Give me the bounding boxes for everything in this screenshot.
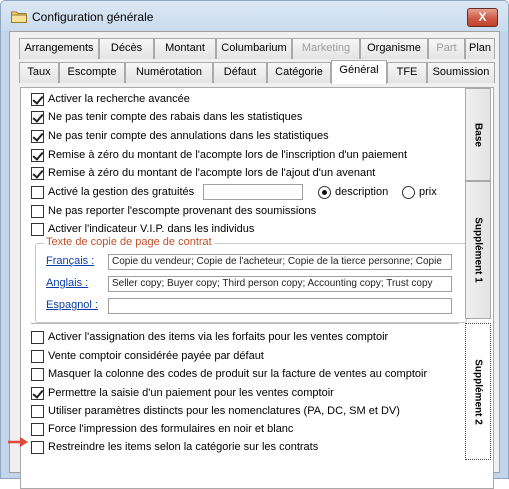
option-acompte-avenant[interactable]: Remise à zéro du montant de l'acompte lo…	[31, 165, 375, 181]
checkbox[interactable]	[31, 222, 44, 236]
option-vip[interactable]: Activer l'indicateur V.I.P. dans les ind…	[31, 221, 254, 237]
option-rabais-stats[interactable]: Ne pas tenir compte des rabais dans les …	[31, 109, 302, 125]
checkbox[interactable]	[31, 166, 44, 180]
option-label: Permettre la saisie d'un paiement pour l…	[48, 387, 334, 399]
side-tab-supplement-1[interactable]: Supplément 1	[465, 181, 491, 319]
tab-categorie[interactable]: Catégorie	[267, 62, 331, 83]
input-francais[interactable]: Copie du vendeur; Copie de l'acheteur; C…	[108, 254, 452, 270]
checkbox[interactable]	[31, 440, 44, 454]
option-label: Activer la recherche avancée	[48, 93, 190, 105]
option-escompte-soumissions[interactable]: Ne pas reporter l'escompte provenant des…	[31, 203, 316, 219]
checkbox[interactable]	[31, 422, 44, 436]
option-label: Activer l'assignation des items via les …	[48, 331, 389, 343]
radio-label: prix	[419, 186, 437, 198]
option-comptoir-payee[interactable]: Vente comptoir considérée payée par défa…	[31, 348, 264, 364]
side-tab-label: Supplément 2	[472, 358, 484, 425]
tab-escompte[interactable]: Escompte	[59, 62, 125, 83]
checkbox[interactable]	[31, 330, 44, 344]
gratuites-input[interactable]	[203, 184, 303, 200]
tab-row-2: Taux Escompte Numérotation Défaut Catégo…	[19, 60, 495, 84]
close-button[interactable]: X	[467, 8, 498, 27]
option-label: Remise à zéro du montant de l'acompte lo…	[48, 149, 408, 161]
folder-icon	[11, 11, 27, 23]
option-forfaits-comptoir[interactable]: Activer l'assignation des items via les …	[31, 329, 388, 345]
radio-button[interactable]	[318, 185, 331, 199]
checkbox[interactable]	[31, 386, 44, 400]
option-label: Ne pas tenir compte des rabais dans les …	[48, 111, 303, 123]
option-nomenclatures[interactable]: Utiliser paramètres distincts pour les n…	[31, 403, 400, 419]
tab-part: Part	[428, 38, 465, 59]
option-label: Vente comptoir considérée payée par défa…	[48, 350, 264, 362]
copy-text-group: Texte de copie de page de contrat França…	[35, 236, 467, 323]
pointer-arrow-icon	[8, 437, 28, 447]
input-anglais[interactable]: Seller copy; Buyer copy; Third person co…	[108, 276, 452, 292]
radio-label: description	[335, 186, 389, 198]
option-impression-noir-blanc[interactable]: Force l'impression des formulaires en no…	[31, 421, 293, 437]
option-label: Masquer la colonne des codes de produit …	[48, 368, 428, 380]
window-title: Configuration générale	[32, 10, 154, 24]
option-label: Activé la gestion des gratuités	[48, 186, 195, 198]
tab-deces[interactable]: Décès	[99, 38, 154, 59]
option-paiement-comptoir[interactable]: Permettre la saisie d'un paiement pour l…	[31, 385, 334, 401]
tab-general[interactable]: Général	[331, 60, 387, 84]
tab-organisme[interactable]: Organisme	[360, 38, 428, 59]
option-restreindre-items[interactable]: Restreindre les items selon la catégorie…	[31, 439, 318, 455]
group-legend: Texte de copie de page de contrat	[44, 236, 214, 248]
tab-defaut[interactable]: Défaut	[213, 62, 267, 83]
dialog-client: Arrangements Décès Montant Columbarium M…	[9, 31, 500, 489]
option-gratuites[interactable]: Activé la gestion des gratuités	[31, 184, 194, 200]
option-label: Force l'impression des formulaires en no…	[48, 423, 294, 435]
checkbox[interactable]	[31, 148, 44, 162]
checkbox[interactable]	[31, 185, 44, 199]
checkbox[interactable]	[31, 129, 44, 143]
tab-row-1: Arrangements Décès Montant Columbarium M…	[19, 38, 495, 59]
checkbox[interactable]	[31, 367, 44, 381]
config-window: Configuration générale X Arrangements Dé…	[0, 0, 509, 489]
side-tab-base[interactable]: Base	[465, 88, 491, 181]
tab-soumission[interactable]: Soumission	[427, 62, 495, 83]
option-masquer-codes[interactable]: Masquer la colonne des codes de produit …	[31, 366, 427, 382]
checkbox[interactable]	[31, 110, 44, 124]
option-label: Ne pas reporter l'escompte provenant des…	[48, 205, 317, 217]
section-divider	[31, 323, 459, 324]
tab-arrangements[interactable]: Arrangements	[19, 38, 99, 59]
checkbox[interactable]	[31, 92, 44, 106]
tab-plan[interactable]: Plan	[465, 38, 495, 59]
label-espagnol[interactable]: Espagnol :	[46, 299, 98, 311]
tab-tfe[interactable]: TFE	[387, 62, 427, 83]
option-label: Remise à zéro du montant de l'acompte lo…	[48, 167, 376, 179]
radio-button[interactable]	[402, 185, 415, 199]
option-label: Restreindre les items selon la catégorie…	[48, 441, 319, 453]
side-tab-label: Base	[472, 122, 484, 147]
label-francais[interactable]: Français :	[46, 255, 94, 267]
tab-taux[interactable]: Taux	[19, 62, 59, 83]
checkbox[interactable]	[31, 404, 44, 418]
side-tab-label: Supplément 1	[472, 217, 484, 283]
side-tab-supplement-2[interactable]: Supplément 2	[465, 323, 491, 460]
option-annulations-stats[interactable]: Ne pas tenir compte des annulations dans…	[31, 128, 329, 144]
option-recherche-avancee[interactable]: Activer la recherche avancée	[31, 91, 190, 107]
checkbox[interactable]	[31, 204, 44, 218]
title-bar[interactable]: Configuration générale X	[1, 1, 508, 31]
tab-numerotation[interactable]: Numérotation	[125, 62, 213, 83]
label-anglais[interactable]: Anglais :	[46, 277, 88, 289]
option-acompte-paiement[interactable]: Remise à zéro du montant de l'acompte lo…	[31, 147, 407, 163]
option-label: Ne pas tenir compte des annulations dans…	[48, 130, 329, 142]
tab-marketing: Marketing	[292, 38, 360, 59]
radio-prix[interactable]: prix	[402, 184, 437, 200]
general-panel: Activer la recherche avancée Ne pas teni…	[20, 87, 494, 489]
option-label: Activer l'indicateur V.I.P. dans les ind…	[48, 223, 255, 235]
radio-description[interactable]: description	[318, 184, 388, 200]
checkbox[interactable]	[31, 349, 44, 363]
tab-montant[interactable]: Montant	[154, 38, 216, 59]
option-label: Utiliser paramètres distincts pour les n…	[48, 405, 400, 417]
tab-columbarium[interactable]: Columbarium	[216, 38, 292, 59]
input-espagnol[interactable]	[108, 298, 452, 314]
